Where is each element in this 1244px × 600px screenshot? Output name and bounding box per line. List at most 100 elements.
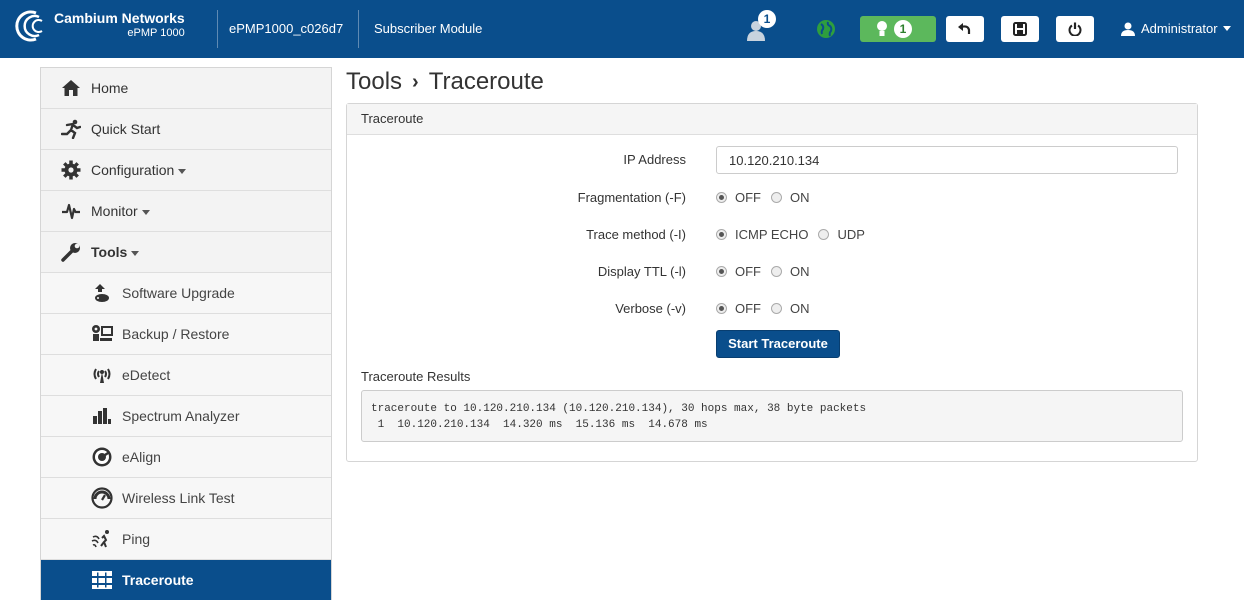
brand[interactable]: Cambium Networks ePMP 1000 [14,9,185,43]
radio-label[interactable]: ON [790,301,810,316]
panel-title: Traceroute [347,104,1197,135]
undo-icon [958,23,971,34]
globe-icon[interactable] [816,19,836,39]
chevron-down-icon [141,209,150,215]
radio-label[interactable]: OFF [735,190,761,205]
top-navbar: Cambium Networks ePMP 1000 ePMP1000_c026… [0,0,1244,58]
sidebar-item-label: Wireless Link Test [122,490,235,506]
user-alert-button[interactable]: 1 [747,10,777,42]
save-icon [1013,22,1027,36]
fragmentation-off-radio[interactable] [716,192,727,203]
dial-icon [91,446,113,468]
chevron-down-icon [1222,26,1231,31]
sidebar-item-label: Tools [91,244,140,260]
fragmentation-on-radio[interactable] [771,192,782,203]
reboot-button[interactable] [1056,16,1094,42]
sidebar-nav: Home Quick Start Configuration Monitor T… [40,67,332,600]
ip-address-input[interactable] [716,146,1178,174]
brand-name: Cambium Networks [54,10,185,26]
sidebar-item-ealign[interactable]: eAlign [41,437,331,478]
traceroute-icon [91,569,113,591]
wrench-icon [60,241,82,263]
sidebar-item-label: Spectrum Analyzer [122,408,240,424]
sidebar-item-edetect[interactable]: eDetect [41,355,331,396]
sidebar-item-label: Monitor [91,203,150,219]
sidebar-item-label: Quick Start [91,121,161,137]
breadcrumb: Tools › Traceroute [346,68,544,96]
radio-label[interactable]: UDP [837,227,864,242]
sidebar-item-monitor[interactable]: Monitor [41,191,331,232]
user-alert-badge: 1 [758,10,776,28]
user-menu[interactable]: Administrator [1121,21,1231,36]
fragmentation-row: Fragmentation (-F) OFF ON [347,184,1197,212]
verbose-on-radio[interactable] [771,303,782,314]
sidebar-item-label: Home [91,80,129,96]
alarm-button[interactable]: 1 [860,16,936,42]
sidebar-item-wireless-link-test[interactable]: Wireless Link Test [41,478,331,519]
sidebar-item-traceroute[interactable]: Traceroute [41,560,331,600]
sidebar-item-label: Traceroute [122,572,194,588]
radio-label[interactable]: OFF [735,264,761,279]
display-ttl-label: Display TTL (-l) [597,264,686,279]
lightbulb-icon [877,21,887,36]
ping-icon [91,528,113,550]
ttl-off-radio[interactable] [716,266,727,277]
ttl-on-radio[interactable] [771,266,782,277]
radio-label[interactable]: ON [790,264,810,279]
sidebar-item-configuration[interactable]: Configuration [41,150,331,191]
device-name: ePMP1000_c026d7 [229,21,344,36]
home-icon [60,77,82,99]
radio-label[interactable]: ON [790,190,810,205]
radio-label[interactable]: OFF [735,301,761,316]
sidebar-item-quick-start[interactable]: Quick Start [41,109,331,150]
trace-method-label: Trace method (-I) [586,227,686,242]
trace-method-row: Trace method (-I) ICMP ECHO UDP [347,221,1197,249]
breadcrumb-separator: › [412,70,419,93]
fragmentation-label: Fragmentation (-F) [577,190,686,205]
power-icon [1068,22,1082,36]
speedometer-icon [91,487,113,509]
alarm-badge: 1 [894,20,912,38]
sidebar-item-label: Ping [122,531,151,547]
trace-icmp-radio[interactable] [716,229,727,240]
divider [358,10,359,48]
sidebar-item-software-upgrade[interactable]: Software Upgrade [41,273,331,314]
ip-address-label: IP Address [623,152,686,167]
sidebar-item-backup-restore[interactable]: Backup / Restore [41,314,331,355]
chevron-down-icon [131,250,140,256]
verbose-row: Verbose (-v) OFF ON [347,295,1197,323]
sidebar-item-label: Configuration [91,162,187,178]
sidebar-item-home[interactable]: Home [41,68,331,109]
verbose-off-radio[interactable] [716,303,727,314]
sidebar-item-spectrum-analyzer[interactable]: Spectrum Analyzer [41,396,331,437]
sidebar-item-label: Backup / Restore [122,326,230,342]
gear-icon [60,159,82,181]
trace-udp-radio[interactable] [818,229,830,240]
sidebar-item-label: eAlign [122,449,161,465]
radio-label[interactable]: ICMP ECHO [735,227,808,242]
display-ttl-row: Display TTL (-l) OFF ON [347,258,1197,286]
cambium-logo-icon [15,10,43,42]
results-label: Traceroute Results [361,369,471,384]
start-traceroute-button[interactable]: Start Traceroute [716,330,840,358]
sidebar-item-tools[interactable]: Tools [41,232,331,273]
divider [217,10,218,48]
sidebar-item-label: Software Upgrade [122,285,235,301]
antenna-icon [91,364,113,386]
sidebar-item-label: eDetect [122,367,171,383]
breadcrumb-parent[interactable]: Tools [346,68,402,96]
backup-icon [91,323,113,345]
user-name: Administrator [1141,21,1218,36]
traceroute-results: traceroute to 10.120.210.134 (10.120.210… [361,390,1183,442]
chevron-down-icon [178,168,187,174]
pulse-icon [60,200,82,222]
brand-model: ePMP 1000 [127,27,185,39]
device-mode: Subscriber Module [374,21,483,36]
running-icon [60,118,82,140]
undo-button[interactable] [946,16,984,42]
sidebar-item-ping[interactable]: Ping [41,519,331,560]
page-title: Traceroute [428,68,544,95]
verbose-label: Verbose (-v) [615,301,686,316]
upgrade-icon [91,282,113,304]
save-button[interactable] [1001,16,1039,42]
